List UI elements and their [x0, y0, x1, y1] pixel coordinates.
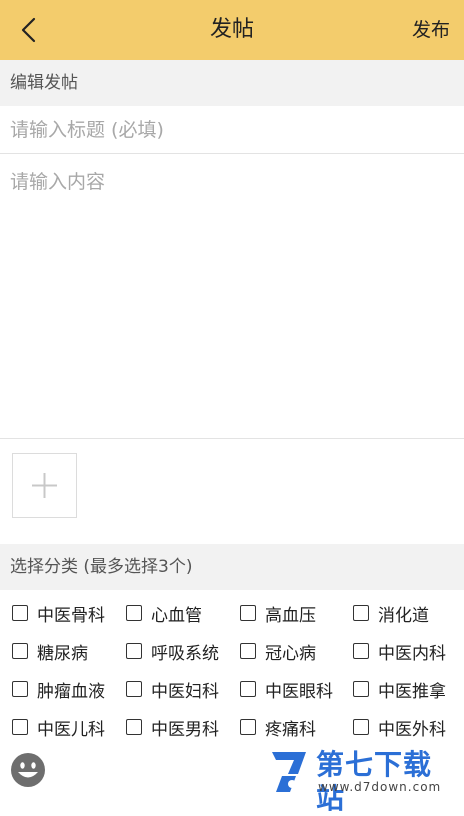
category-label: 中医内科 — [378, 643, 446, 664]
category-option[interactable]: 冠心病 — [240, 632, 353, 670]
checkbox[interactable] — [353, 719, 369, 735]
category-label: 中医儿科 — [37, 719, 105, 740]
checkbox[interactable] — [126, 681, 142, 697]
category-label: 中医推拿 — [378, 681, 446, 702]
category-label: 中医妇科 — [151, 681, 219, 702]
category-option[interactable]: 中医眼科 — [240, 670, 353, 708]
category-option[interactable]: 中医男科 — [126, 708, 240, 746]
category-label: 肿瘤血液 — [37, 681, 105, 702]
category-option[interactable]: 中医妇科 — [126, 670, 240, 708]
photo-area — [0, 440, 464, 544]
app-header: 发帖 发布 — [0, 0, 464, 60]
checkbox[interactable] — [240, 681, 256, 697]
category-label: 中医男科 — [151, 719, 219, 740]
checkbox[interactable] — [12, 719, 28, 735]
watermark-logo-icon — [268, 748, 312, 796]
category-label: 中医外科 — [378, 719, 446, 740]
checkbox[interactable] — [12, 643, 28, 659]
page-title: 发帖 — [209, 17, 254, 42]
category-label: 中医骨科 — [37, 605, 105, 626]
category-option[interactable]: 中医骨科 — [12, 594, 126, 632]
watermark: 第七下载站 www.d7down.com — [268, 748, 456, 815]
category-section-label: 选择分类 (最多选择3个) — [0, 544, 464, 590]
category-option[interactable]: 呼吸系统 — [126, 632, 240, 670]
checkbox[interactable] — [126, 643, 142, 659]
content-input[interactable] — [0, 155, 464, 439]
watermark-url: www.d7down.com — [318, 780, 442, 794]
category-option[interactable]: 高血压 — [240, 594, 353, 632]
checkbox[interactable] — [353, 643, 369, 659]
category-label: 中医眼科 — [265, 681, 333, 702]
edit-section-label: 编辑发帖 — [0, 60, 464, 106]
category-option[interactable]: 中医内科 — [353, 632, 464, 670]
category-label: 高血压 — [265, 605, 316, 626]
category-option[interactable]: 疼痛科 — [240, 708, 353, 746]
publish-button[interactable]: 发布 — [412, 0, 450, 60]
category-label: 疼痛科 — [265, 719, 316, 740]
emoji-button[interactable] — [10, 752, 46, 788]
category-option[interactable]: 肿瘤血液 — [12, 670, 126, 708]
category-option[interactable]: 中医外科 — [353, 708, 464, 746]
checkbox[interactable] — [240, 719, 256, 735]
category-option[interactable]: 心血管 — [126, 594, 240, 632]
category-label: 呼吸系统 — [151, 643, 219, 664]
plus-icon — [32, 473, 57, 498]
checkbox[interactable] — [12, 605, 28, 621]
smiley-icon — [11, 753, 45, 787]
title-input[interactable] — [0, 106, 464, 154]
category-label: 糖尿病 — [37, 643, 88, 664]
category-option[interactable]: 消化道 — [353, 594, 464, 632]
checkbox[interactable] — [126, 719, 142, 735]
checkbox[interactable] — [126, 605, 142, 621]
checkbox[interactable] — [353, 681, 369, 697]
checkbox[interactable] — [240, 605, 256, 621]
category-option[interactable]: 中医推拿 — [353, 670, 464, 708]
checkbox[interactable] — [353, 605, 369, 621]
category-option[interactable]: 糖尿病 — [12, 632, 126, 670]
category-option[interactable]: 中医儿科 — [12, 708, 126, 746]
category-label: 消化道 — [378, 605, 429, 626]
category-label: 心血管 — [151, 605, 202, 626]
category-grid: 中医骨科 心血管 高血压 消化道 糖尿病 呼吸系统 冠心病 中医内科 肿瘤血液 … — [0, 594, 464, 746]
checkbox[interactable] — [240, 643, 256, 659]
add-photo-button[interactable] — [12, 453, 77, 518]
checkbox[interactable] — [12, 681, 28, 697]
category-label: 冠心病 — [265, 643, 316, 664]
